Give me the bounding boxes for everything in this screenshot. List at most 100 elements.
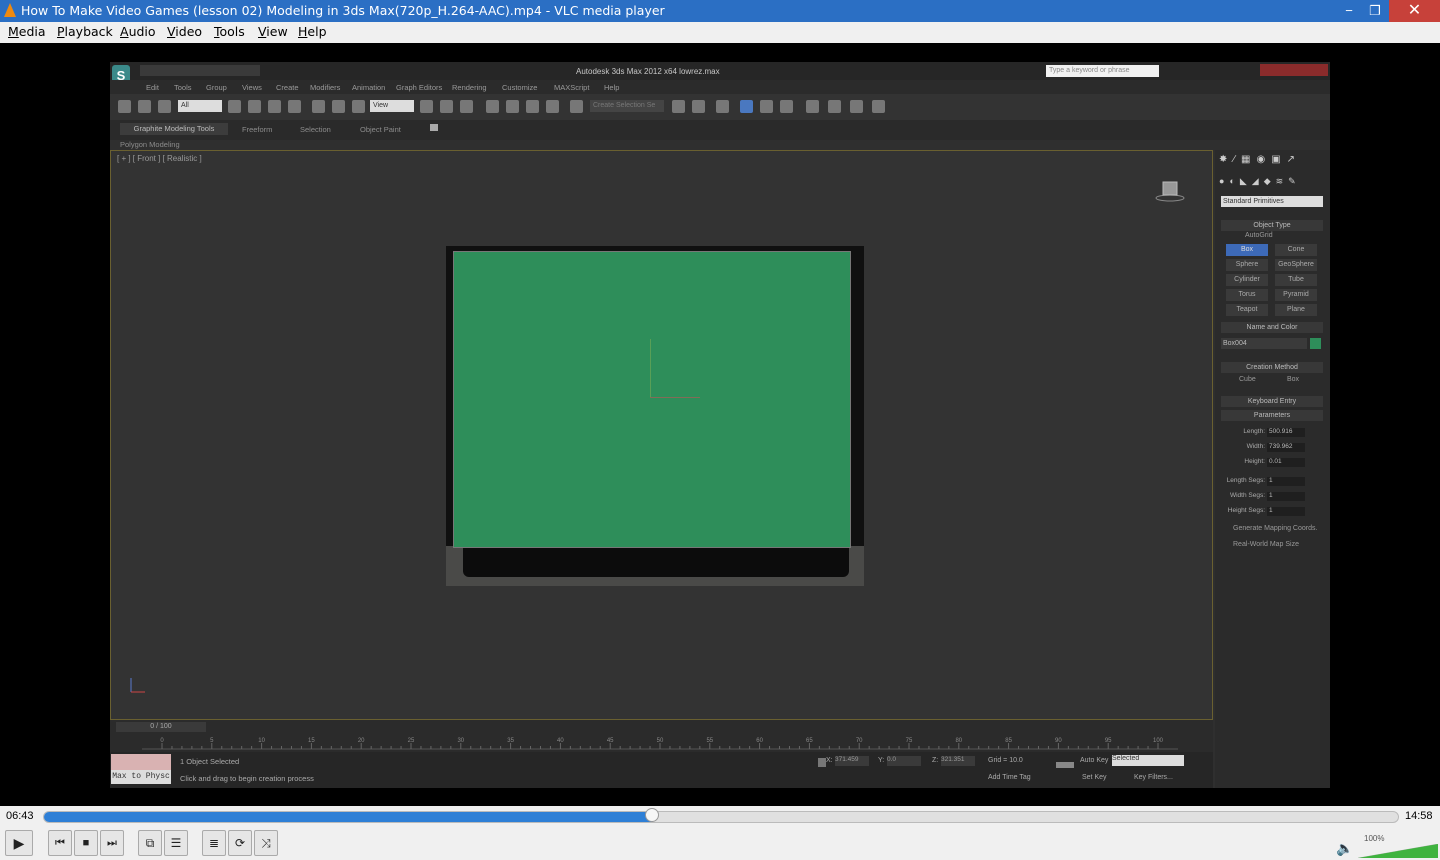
param-height-segs: Height Segs: 1 [1221, 507, 1323, 518]
z-label: Z: [932, 757, 939, 764]
rollout-creation-method: Creation Method [1221, 362, 1323, 373]
box-plane-object [453, 251, 851, 548]
grid-size: Grid = 10.0 [988, 757, 1023, 764]
param-length: Length: 500.916 [1221, 428, 1323, 439]
max-menu-item: Rendering [452, 83, 487, 92]
param-width-segs: Width Segs: 1 [1221, 492, 1323, 503]
max-status-bar: Max to Physc 1 Object Selected Click and… [110, 752, 1213, 788]
play-icon: ▶ [13, 834, 25, 851]
gen-mapping-checkbox: Generate Mapping Coords. [1233, 525, 1318, 532]
object-button-box: Box [1226, 244, 1268, 256]
move-icon [312, 100, 325, 113]
play-button[interactable]: ▶ [5, 830, 33, 856]
menu-tools[interactable]: Tools [214, 24, 245, 39]
command-panel: ✸∕▦◉▣↗ ●◐◣◢◆≋✎ Standard Primitives Objec… [1215, 150, 1330, 788]
maxscript-mini-listener: Max to Physc [111, 770, 171, 784]
equalizer-icon: ☰ [170, 836, 182, 850]
reference-image-tv-stand [463, 547, 849, 577]
primitive-type-dropdown: Standard Primitives [1221, 196, 1323, 207]
rect-select-icon [268, 100, 281, 113]
x-field: 371.459 [835, 756, 869, 766]
rollout-keyboard-entry: Keyboard Entry [1221, 396, 1323, 407]
mirror-icon [672, 100, 685, 113]
ruler-label: 95 [1105, 738, 1112, 744]
minimize-button[interactable]: − [1338, 0, 1360, 22]
pivot-gizmo-x [650, 397, 700, 398]
fullscreen-button[interactable]: ⧉ [138, 830, 162, 856]
time-slider: 0 / 100 [116, 722, 206, 732]
ruler-label: 65 [806, 738, 813, 744]
timeline: 0 / 100 0 5 10 15 20 25 30 35 40 45 50 55 60 65 70 75 80… [110, 720, 1213, 752]
shuffle-icon: ⤨ [261, 835, 271, 850]
command-panel-tabs-icon: ✸∕▦◉▣↗ [1219, 154, 1302, 165]
max-ribbon-panel: Polygon Modeling [110, 140, 1330, 150]
angle-snap-icon [506, 100, 519, 113]
ruler-label: 10 [258, 738, 265, 744]
previous-button[interactable]: ⏮ [48, 830, 72, 856]
menu-help[interactable]: Help [298, 24, 327, 39]
ruler-label: 45 [607, 738, 614, 744]
max-menu-item: Modifiers [310, 83, 341, 92]
menu-playback[interactable]: Playback [57, 24, 113, 39]
next-button[interactable]: ⏭ [100, 830, 124, 856]
ribbon-tab-freeform: Freeform [242, 125, 273, 134]
ruler-label: 20 [358, 738, 365, 744]
keyboard-shortcut-icon [460, 100, 473, 113]
mute-button[interactable]: 🔈 [1336, 840, 1353, 857]
lock-icon [818, 758, 826, 767]
next-icon: ⏭ [107, 836, 117, 849]
ruler-label: 55 [706, 738, 713, 744]
object-button-teapot: Teapot [1226, 304, 1268, 316]
ruler-label: 25 [408, 738, 415, 744]
object-button-torus: Torus [1226, 289, 1268, 301]
seek-bar[interactable] [43, 811, 1399, 823]
menu-media[interactable]: Media [8, 24, 46, 39]
graphite-toggle-icon [740, 100, 753, 113]
loop-icon: ⟳ [234, 836, 246, 850]
player-controls: 06:43 14:58 ▶ ⏮ ■ ⏭ ⧉ ☰ ≣ ⟳ ⤨ 🔈 100% [0, 806, 1440, 860]
ruler-label: 60 [756, 738, 763, 744]
manipulate-icon [440, 100, 453, 113]
ruler-label: 75 [906, 738, 913, 744]
close-button[interactable]: ✕ [1389, 0, 1440, 22]
menu-video[interactable]: Video [167, 24, 202, 39]
viewport-front: [ + ] [ Front ] [ Realistic ] [110, 150, 1213, 720]
key-mode-dropdown: Selected [1112, 755, 1184, 766]
time-total[interactable]: 14:58 [1405, 810, 1433, 822]
playlist-icon: ≣ [208, 836, 220, 850]
loop-button[interactable]: ⟳ [228, 830, 252, 856]
ruler-label: 50 [657, 738, 664, 744]
extended-settings-button[interactable]: ☰ [164, 830, 188, 856]
scale-icon [352, 100, 365, 113]
x-label: X: [826, 757, 833, 764]
create-category-icons: ●◐◣◢◆≋✎ [1219, 176, 1301, 186]
max-search-input: Type a keyword or phrase [1046, 65, 1159, 77]
material-editor-icon [806, 100, 819, 113]
ruler-label: 40 [557, 738, 564, 744]
stop-button[interactable]: ■ [74, 830, 98, 856]
menu-view[interactable]: View [258, 24, 288, 39]
autogrid-checkbox: AutoGrid [1245, 232, 1273, 239]
edit-named-sel-icon [570, 100, 583, 113]
percent-snap-icon [526, 100, 539, 113]
playlist-button[interactable]: ≣ [202, 830, 226, 856]
real-world-checkbox: Real-World Map Size [1233, 541, 1300, 548]
align-icon [692, 100, 705, 113]
ruler-label: 70 [856, 738, 863, 744]
object-button-cylinder: Cylinder [1226, 274, 1268, 286]
seek-handle[interactable] [644, 808, 659, 822]
ruler-label: 0 [160, 738, 164, 744]
restore-button[interactable]: ❐ [1364, 0, 1386, 22]
menu-audio[interactable]: Audio [120, 24, 156, 39]
max-window-controls [1260, 64, 1328, 76]
schematic-view-icon [780, 100, 793, 113]
status-selection: 1 Object Selected [180, 757, 240, 766]
random-button[interactable]: ⤨ [254, 830, 278, 856]
ruler-label: 80 [955, 738, 962, 744]
key-icon [1056, 762, 1074, 768]
time-elapsed[interactable]: 06:43 [6, 810, 34, 822]
spinner-snap-icon [546, 100, 559, 113]
volume-slider[interactable] [1358, 844, 1438, 858]
window-title: How To Make Video Games (lesson 02) Mode… [21, 3, 665, 18]
named-selection-dropdown: Create Selection Se [590, 100, 664, 112]
